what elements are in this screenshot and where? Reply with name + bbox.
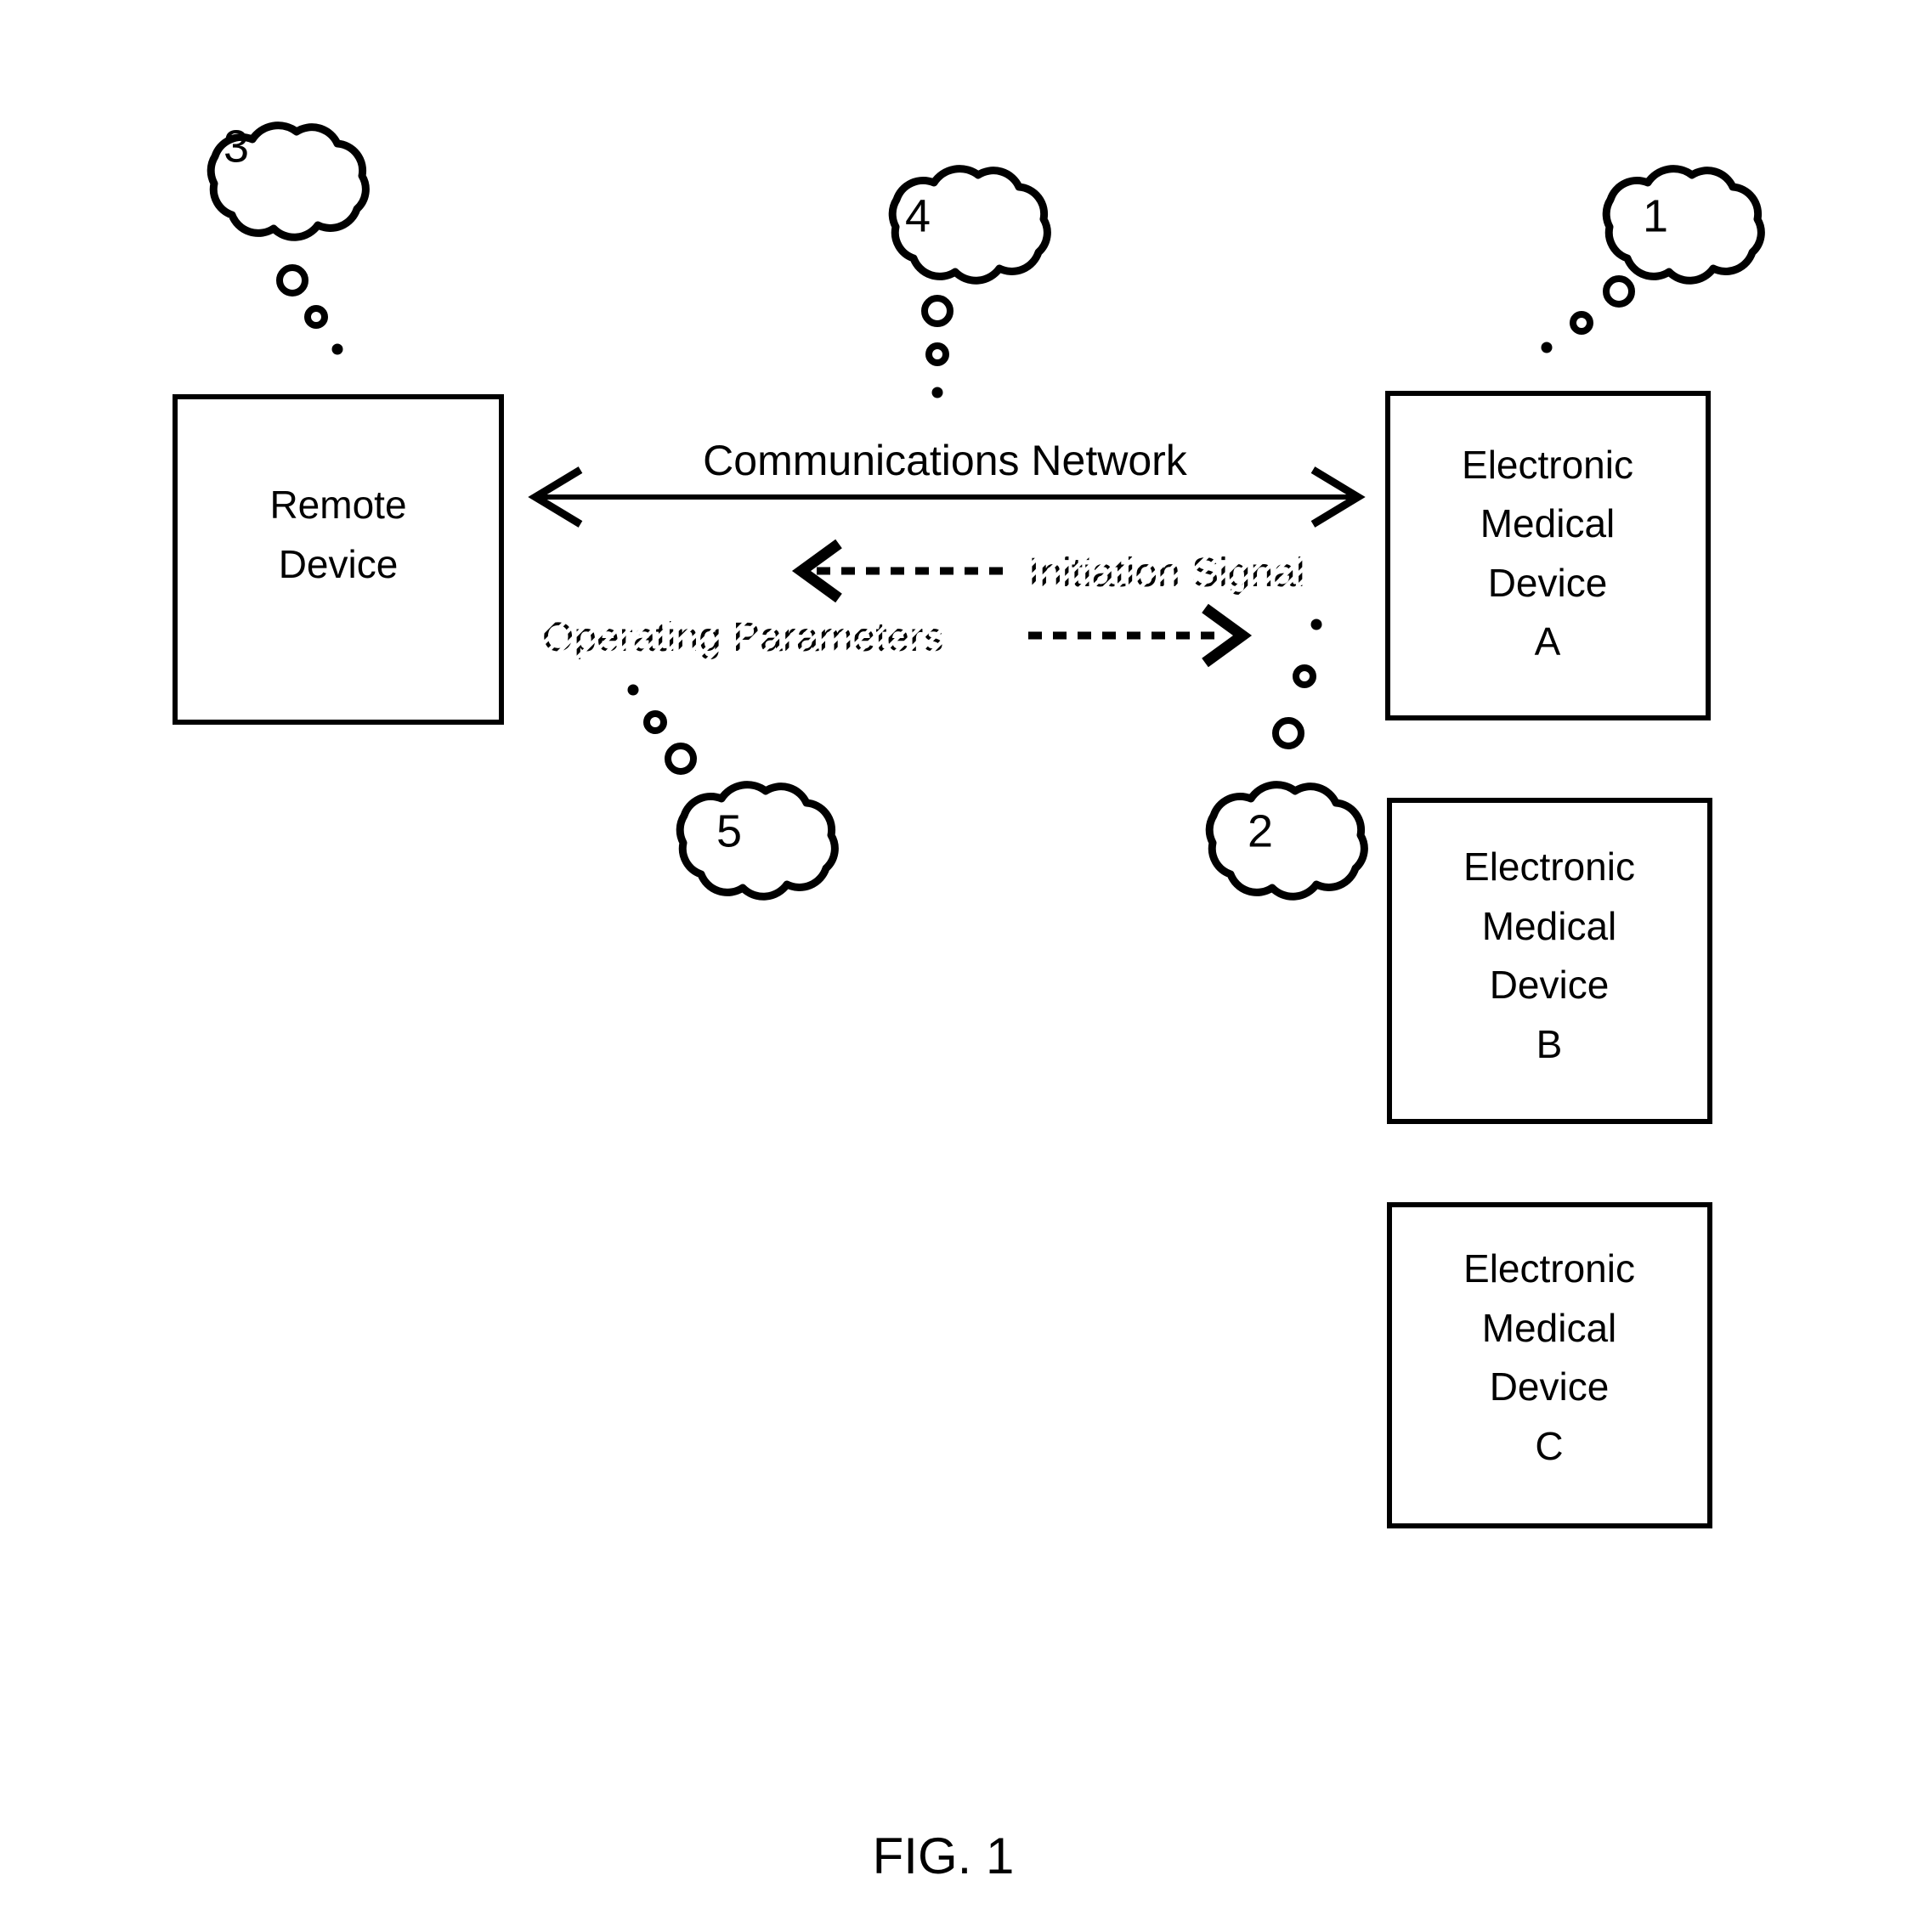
callout-bubble-2-medium	[1293, 664, 1316, 688]
emd-b-label-line1: Electronic	[1463, 845, 1635, 889]
operating-parameters-label: Operating Parameters	[542, 615, 943, 660]
emd-b-label-line3: Device	[1490, 963, 1610, 1007]
callout-bubble-1-large	[1603, 275, 1635, 308]
emd-a-label-line4: A	[1535, 619, 1561, 664]
callout-cloud-5: 5	[627, 684, 839, 901]
callout-bubble-3-small	[331, 343, 343, 355]
callout-number-5: 5	[716, 805, 742, 856]
emd-a-label-line2: Medical	[1480, 501, 1616, 545]
remote-device-label-line1: Remote	[269, 483, 406, 527]
callout-bubble-4-large	[921, 295, 954, 327]
emd-a-label-line3: Device	[1488, 561, 1608, 605]
communications-network-arrow: Communications Network	[528, 437, 1366, 528]
remote-device-box[interactable]: Remote Device	[173, 394, 504, 725]
callout-cloud-4: 4	[888, 165, 1051, 398]
callout-number-1: 1	[1643, 190, 1668, 241]
callout-bubble-5-small	[627, 684, 639, 696]
callout-bubble-1-small	[1541, 342, 1553, 353]
electronic-medical-device-b-box[interactable]: Electronic Medical Device B	[1387, 798, 1712, 1124]
emd-a-label-line1: Electronic	[1462, 443, 1633, 487]
callout-bubble-1-medium	[1570, 311, 1593, 335]
figure-caption: FIG. 1	[873, 1827, 1015, 1884]
communications-network-label: Communications Network	[703, 437, 1188, 484]
callout-bubble-2-large	[1272, 717, 1304, 749]
emd-b-label-line4: B	[1536, 1022, 1563, 1066]
remote-device-label-line2: Device	[279, 542, 399, 586]
emd-c-label-line4: C	[1535, 1424, 1563, 1468]
callout-bubble-5-medium	[643, 710, 667, 734]
callout-bubble-2-small	[1310, 619, 1322, 630]
cloud-shape-2	[1205, 781, 1368, 901]
callout-bubble-4-medium	[925, 342, 949, 366]
callout-number-4: 4	[905, 190, 931, 241]
emd-c-label-line1: Electronic	[1463, 1246, 1635, 1291]
cloud-shape-1	[1602, 165, 1765, 285]
electronic-medical-device-a-box[interactable]: Electronic Medical Device A	[1385, 391, 1711, 720]
operating-parameters-arrow: Operating Parameters	[542, 603, 1253, 668]
callout-cloud-2: 2	[1205, 619, 1368, 901]
callout-bubble-4-small	[931, 387, 943, 398]
callout-bubble-5-large	[665, 743, 697, 775]
figure-canvas: 3 4 1 5 2 Remote Device Electronic Medic…	[173, 121, 1765, 1884]
emd-b-label-line2: Medical	[1482, 904, 1617, 948]
initiation-signal-label: Initiation Signal	[1028, 551, 1305, 596]
patent-figure-page: 3 4 1 5 2 Remote Device Electronic Medic…	[0, 0, 1907, 1932]
callout-number-2: 2	[1248, 805, 1273, 856]
emd-c-label-line2: Medical	[1482, 1306, 1617, 1350]
callout-bubble-3-large	[276, 264, 308, 297]
cloud-shape-5	[676, 781, 839, 901]
initiation-signal-arrow: Initiation Signal	[791, 539, 1305, 603]
electronic-medical-device-c-box[interactable]: Electronic Medical Device C	[1387, 1202, 1712, 1528]
callout-cloud-3: 3	[207, 121, 370, 355]
callout-number-3: 3	[224, 121, 249, 172]
emd-c-label-line3: Device	[1490, 1364, 1610, 1409]
callout-cloud-1: 1	[1541, 165, 1765, 353]
callout-bubble-3-medium	[304, 305, 328, 329]
